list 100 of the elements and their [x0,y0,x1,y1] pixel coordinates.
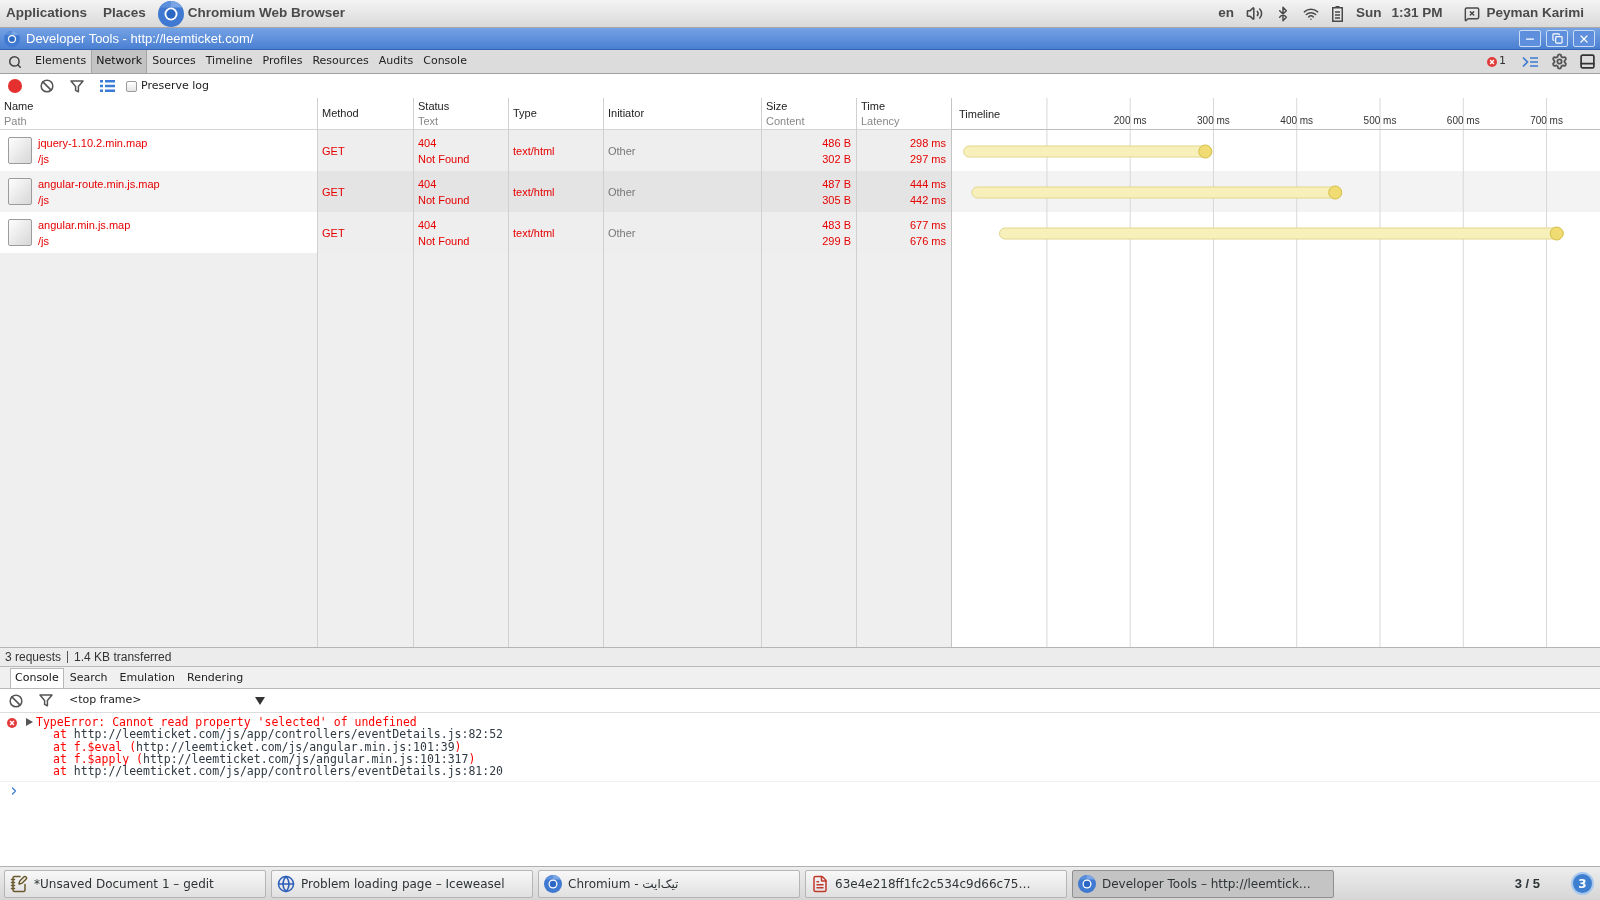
panel-tab[interactable]: Sources [147,50,201,73]
file-name[interactable]: jquery-1.10.2.min.map [38,134,148,151]
panel-tab[interactable]: Console [418,50,472,73]
settings-icon[interactable] [1551,53,1568,70]
clear-icon[interactable] [9,693,23,708]
workspace-switcher[interactable]: 3 [1571,872,1594,895]
record-icon[interactable] [8,79,22,93]
transfer-size: 486 B [822,135,851,151]
status-code: 404 [418,135,437,151]
document-icon [811,874,829,893]
column-header[interactable]: Time [861,98,947,114]
app-icon [4,30,20,47]
file-path: /js [38,151,50,167]
app-menu[interactable]: Chromium Web Browser [187,3,346,24]
file-path: /js [38,233,50,249]
source-link[interactable]: http://leemticket.com/js/angular.min.js:101:317 [143,751,469,766]
total-time: 677 ms [909,217,946,233]
drawer-tab[interactable]: Rendering [181,668,250,688]
taskbar-button[interactable]: Problem loading page – Iceweasel [271,869,533,898]
status-code: 404 [418,176,437,192]
column-subheader[interactable]: Text [418,113,504,129]
column-header[interactable]: Status [418,98,504,114]
taskbar-button[interactable]: Chromium - تیک‌ایت [538,869,800,898]
file-icon [8,219,32,246]
response-end-marker [1549,226,1564,241]
stack-trace-line: at f.$apply (http://leemticket.com/js/angular.min.js:101:317) [53,752,476,765]
request-method: GET [322,184,345,200]
user-name[interactable]: Peyman Karimi [1486,3,1584,24]
column-header[interactable]: Type [513,106,599,121]
column-header[interactable]: Method [322,106,409,121]
context-select[interactable]: <top frame> [69,692,265,709]
stack-trace-line: at http://leemticket.com/js/app/controllers/eventDetails.js:81:20 [53,765,504,778]
latency-time: 676 ms [909,233,946,249]
browser-logo-icon [544,874,562,893]
dock-icon[interactable] [1579,53,1596,70]
clear-icon[interactable] [40,79,54,93]
column-subheader[interactable]: Path [4,113,313,129]
initiator: Other [608,225,636,241]
window-title: Developer Tools - http://leemticket.com/ [26,29,254,48]
panel-tab[interactable]: Resources [307,50,374,73]
error-message: TypeError: Cannot read property 'selected' of undefined [36,716,417,729]
error-icon [1487,56,1497,67]
notepad-icon [10,874,28,893]
taskbar-button[interactable]: *Unsaved Document 1 – gedit [4,869,266,898]
search-icon[interactable] [8,54,22,69]
file-name[interactable]: angular-route.min.js.map [38,175,160,192]
panel-tab[interactable]: Audits [373,50,419,73]
error-counter[interactable]: 1 [1487,53,1506,70]
file-icon [8,178,32,205]
workspace-indicator: 3 / 5 [1514,874,1540,893]
panel-tab[interactable]: Profiles [257,50,308,73]
column-header[interactable]: Size [766,98,852,114]
taskbar-button[interactable]: Developer Tools – http://leemtick… [1072,869,1334,898]
content-size: 305 B [822,192,851,208]
panel-tab[interactable]: Network [91,50,148,73]
globe-icon [277,874,295,893]
panel-tab[interactable]: Timeline [200,50,258,73]
transfer-size: 487 B [822,176,851,192]
source-link[interactable]: http://leemticket.com/js/app/controllers/eventDetails.js:82:52 [73,727,504,742]
checkbox-label[interactable]: Preserve log [141,77,210,95]
top-menu[interactable]: Applications [6,3,87,24]
preserve-log-checkbox[interactable] [126,80,137,92]
drawer-tab[interactable]: Emulation [113,668,181,688]
clock-day[interactable]: Sun [1355,3,1382,24]
status-code: 404 [418,217,437,233]
browser-logo-icon [1078,874,1096,893]
top-menu[interactable]: Places [103,3,146,24]
tick-label: 200 ms [1113,115,1147,126]
drawer-tab[interactable]: Console [10,668,64,688]
clock-time[interactable]: 1:31 PM [1391,3,1443,24]
source-link[interactable]: http://leemticket.com/js/angular.min.js:101:39 [136,739,455,754]
file-path: /js [38,192,50,208]
browser-logo-icon [157,0,184,27]
panel-tab[interactable]: Elements [30,50,92,73]
console-drawer-icon[interactable] [1522,55,1538,68]
column-header[interactable]: Initiator [608,106,757,121]
filter-icon[interactable] [39,694,53,707]
total-time: 298 ms [909,135,946,151]
volume-icon[interactable] [1245,5,1263,22]
filter-icon[interactable] [70,79,84,93]
taskbar-button[interactable]: 63e4e218ff1fc2c534c9d66c75… [805,869,1067,898]
mime-type: text/html [513,225,555,241]
restore-button[interactable] [1546,30,1568,47]
initiator: Other [608,184,636,200]
list-view-icon[interactable] [100,80,115,92]
speech-bubble-icon[interactable] [1464,5,1481,22]
column-header[interactable]: Name [4,98,313,114]
file-icon [8,137,32,164]
stack-trace-line: at f.$eval (http://leemticket.com/js/angular.min.js:101:39) [53,740,462,753]
file-name[interactable]: angular.min.js.map [38,216,131,233]
column-subheader[interactable]: Latency [861,113,947,129]
response-end-marker [1198,144,1213,159]
drawer-tab[interactable]: Search [63,668,114,688]
source-link[interactable]: http://leemticket.com/js/app/controllers/eventDetails.js:81:20 [73,764,504,778]
column-header[interactable]: Timeline [959,107,1001,120]
transfer-size: 483 B [822,217,851,233]
keyboard-language[interactable]: en [1218,3,1234,24]
close-button[interactable] [1573,30,1595,47]
column-subheader[interactable]: Content [766,113,852,129]
expand-triangle-icon[interactable] [26,718,33,726]
